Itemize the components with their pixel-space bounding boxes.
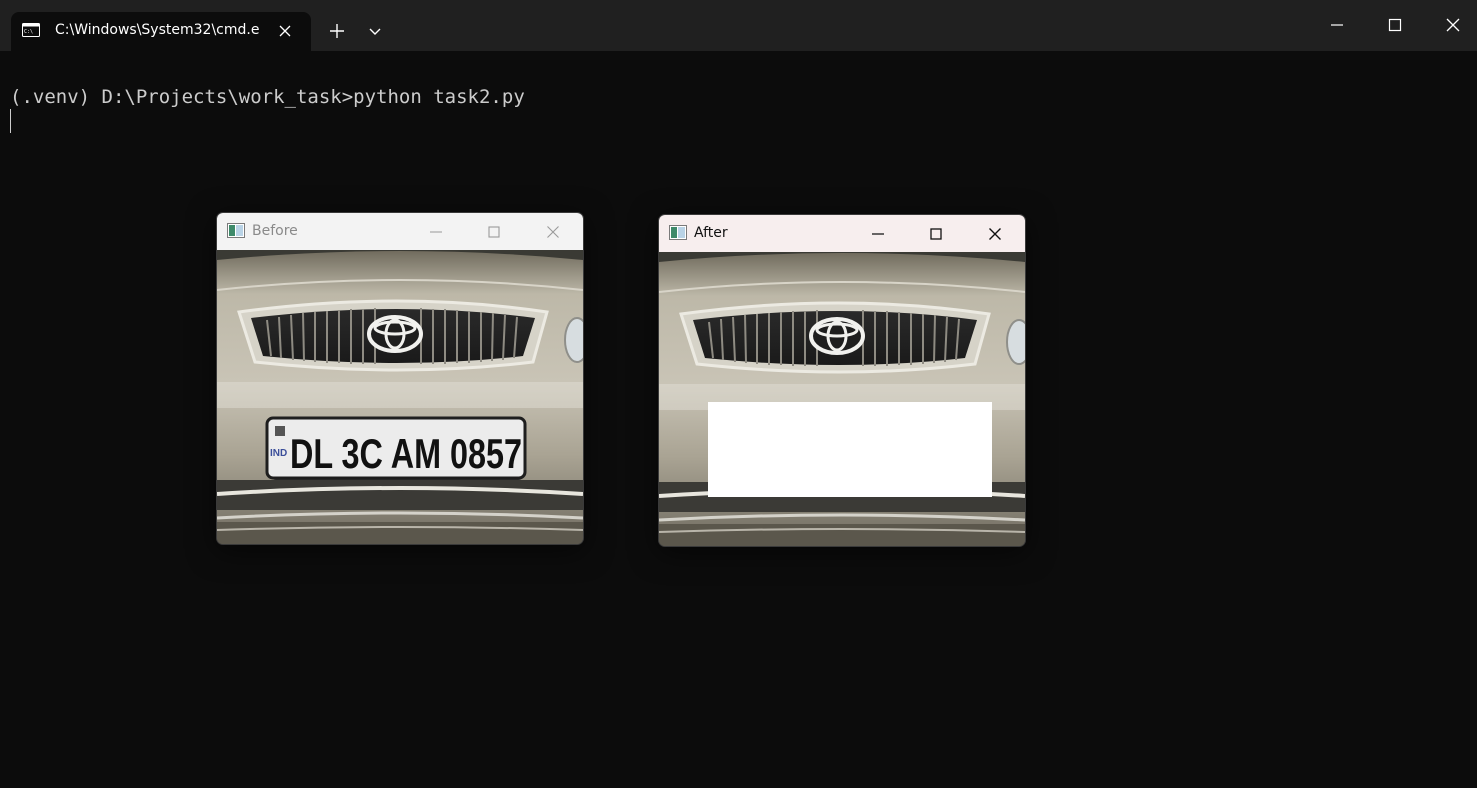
before-title: Before: [252, 223, 298, 239]
text-cursor: [10, 109, 11, 133]
chevron-down-icon[interactable]: [364, 20, 386, 42]
redaction-box: [708, 402, 992, 497]
before-window[interactable]: Before IND DL 3C AM 0857: [216, 212, 584, 545]
app-icon: [227, 223, 245, 238]
title-bar: C:\ C:\Windows\System32\cmd.e: [0, 0, 1477, 51]
close-icon[interactable]: [1438, 10, 1468, 40]
car-photo-after: [659, 252, 1025, 546]
tab-title: C:\Windows\System32\cmd.e: [55, 22, 260, 38]
plate-text: DL 3C AM 0857: [290, 430, 522, 477]
after-title-bar[interactable]: After: [659, 215, 1025, 252]
before-title-bar[interactable]: Before: [217, 213, 583, 250]
maximize-icon[interactable]: [924, 222, 948, 246]
svg-text:C:\: C:\: [24, 29, 33, 35]
app-icon: [669, 225, 687, 240]
minimize-icon[interactable]: [1322, 10, 1352, 40]
minimize-icon[interactable]: [866, 222, 890, 246]
close-icon[interactable]: [983, 222, 1007, 246]
terminal-window: C:\ C:\Windows\System32\cmd.e (.venv) D:…: [0, 0, 1477, 788]
close-icon[interactable]: [541, 220, 565, 244]
car-photo-before: IND DL 3C AM 0857: [217, 250, 583, 544]
minimize-icon[interactable]: [424, 220, 448, 244]
after-title: After: [694, 225, 728, 241]
console-output[interactable]: (.venv) D:\Projects\work_task>python tas…: [10, 84, 525, 110]
tab-cmd[interactable]: C:\ C:\Windows\System32\cmd.e: [11, 12, 311, 51]
plus-icon[interactable]: [326, 20, 348, 42]
plate-prefix: IND: [270, 448, 287, 459]
close-tab-icon[interactable]: [277, 23, 293, 39]
after-window[interactable]: After: [658, 214, 1026, 547]
maximize-icon[interactable]: [1380, 10, 1410, 40]
maximize-icon[interactable]: [482, 220, 506, 244]
terminal-icon: C:\: [22, 23, 40, 37]
